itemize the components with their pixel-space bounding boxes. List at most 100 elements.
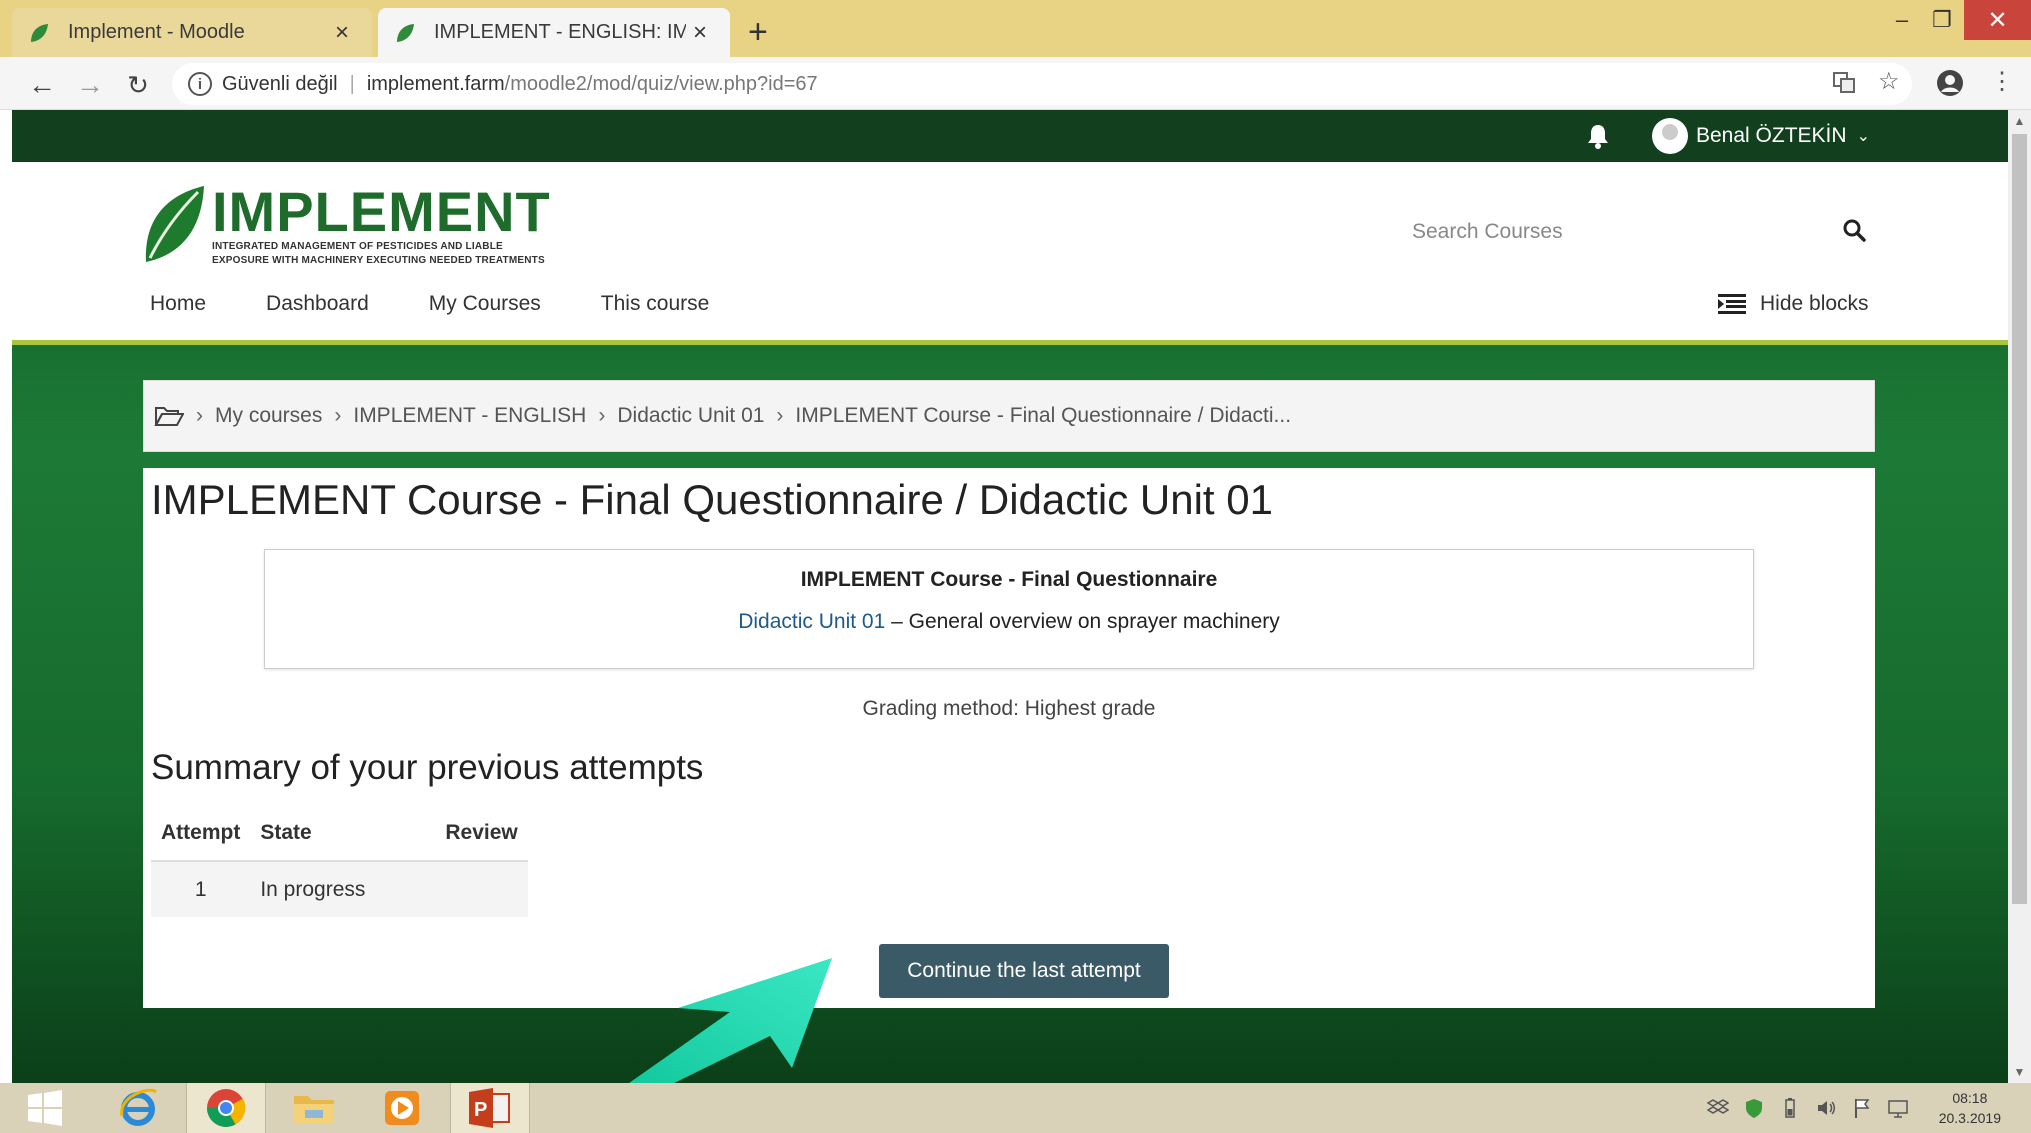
nav-dashboard[interactable]: Dashboard xyxy=(266,292,369,316)
attempt-review xyxy=(375,861,528,917)
site-header: IMPLEMENT INTEGRATED MANAGEMENT OF PESTI… xyxy=(12,162,2008,345)
reload-icon[interactable]: ↻ xyxy=(118,65,158,105)
clock-time: 08:18 xyxy=(1952,1090,1988,1106)
hide-blocks-icon xyxy=(1718,294,1746,314)
translate-icon[interactable] xyxy=(1832,70,1856,94)
close-icon[interactable]: × xyxy=(686,19,714,47)
breadcrumb-separator: › xyxy=(334,404,342,427)
folder-icon xyxy=(294,1096,334,1124)
breadcrumb-course[interactable]: IMPLEMENT - ENGLISH xyxy=(353,404,586,428)
avatar xyxy=(1652,118,1688,154)
powerpoint-icon: P xyxy=(469,1088,510,1128)
taskbar-powerpoint[interactable]: P xyxy=(450,1083,530,1133)
breadcrumb-my-courses[interactable]: My courses xyxy=(215,404,322,428)
breadcrumb-separator: › xyxy=(196,404,203,427)
windows-taskbar: P 08:18 20.3.2019 xyxy=(0,1083,2031,1133)
logo-tagline-1: INTEGRATED MANAGEMENT OF PESTICIDES AND … xyxy=(212,241,503,252)
moodle-top-bar: Benal ÖZTEKİN ⌄ xyxy=(12,110,2008,162)
taskbar-media-player[interactable] xyxy=(362,1083,442,1133)
breadcrumb: › My courses › IMPLEMENT - ENGLISH › Did… xyxy=(143,380,1875,452)
start-button[interactable] xyxy=(0,1083,90,1133)
system-tray: 08:18 20.3.2019 xyxy=(1706,1083,2001,1133)
notification-bell-icon[interactable] xyxy=(1584,122,1612,150)
breadcrumb-separator: › xyxy=(776,404,784,427)
chevron-down-icon: ⌄ xyxy=(1856,128,1870,145)
summary-heading: Summary of your previous attempts xyxy=(151,748,704,787)
grading-method: Grading method: Highest grade xyxy=(862,697,1156,720)
breadcrumb-separator: › xyxy=(598,404,606,427)
unit-description: – General overview on sprayer machinery xyxy=(885,610,1280,633)
column-header-state: State xyxy=(250,805,376,862)
main-navigation: Home Dashboard My Courses This course xyxy=(150,292,709,316)
hide-blocks-button[interactable]: Hide blocks xyxy=(1718,292,1869,316)
attempt-state: In progress xyxy=(250,861,376,917)
svg-text:P: P xyxy=(474,1099,487,1121)
logo-tagline-2: EXPOSURE WITH MACHINERY EXECUTING NEEDED… xyxy=(212,255,545,266)
taskbar-internet-explorer[interactable] xyxy=(98,1083,178,1133)
restore-icon[interactable]: ❐ xyxy=(1920,0,1964,40)
security-shield-icon[interactable] xyxy=(1743,1097,1765,1119)
browser-tab-bar: Implement - Moodle × IMPLEMENT - ENGLISH… xyxy=(0,0,2031,57)
breadcrumb-current: IMPLEMENT Course - Final Questionnaire /… xyxy=(795,404,1292,427)
back-icon[interactable]: ← xyxy=(22,65,62,105)
hide-blocks-label: Hide blocks xyxy=(1760,292,1869,315)
search-input[interactable] xyxy=(1412,212,1812,252)
info-icon[interactable]: i xyxy=(188,72,212,96)
unit-link[interactable]: Didactic Unit 01 xyxy=(738,610,885,633)
volume-icon[interactable] xyxy=(1815,1097,1837,1119)
breadcrumb-unit[interactable]: Didactic Unit 01 xyxy=(617,404,764,428)
new-tab-button[interactable]: + xyxy=(748,12,768,52)
web-page: Benal ÖZTEKİN ⌄ IMPLEMENT INTEGRATED MAN… xyxy=(12,110,2008,1083)
user-menu[interactable]: Benal ÖZTEKİN ⌄ xyxy=(1652,118,1870,154)
quiz-name: IMPLEMENT Course - Final Questionnaire xyxy=(800,568,1218,591)
menu-kebab-icon[interactable]: ⋮ xyxy=(1990,67,2014,96)
address-separator: | xyxy=(349,72,355,95)
tab-title: Implement - Moodle xyxy=(68,21,245,43)
pointer-arrow-icon xyxy=(622,958,832,1090)
close-icon[interactable]: × xyxy=(328,19,356,47)
scroll-thumb[interactable] xyxy=(2012,134,2027,904)
flag-icon[interactable] xyxy=(1851,1097,1873,1119)
leaf-logo-icon xyxy=(145,186,204,262)
attempt-number: 1 xyxy=(151,861,251,917)
security-label: Güvenli değil xyxy=(222,72,338,95)
scroll-down-icon[interactable]: ▼ xyxy=(2008,1065,2031,1079)
address-bar[interactable]: i Güvenli değil | implement.farm/moodle2… xyxy=(172,63,1912,105)
tab-title: IMPLEMENT - ENGLISH: IMPLEM xyxy=(434,21,686,43)
folder-open-icon[interactable] xyxy=(154,404,184,428)
main-content: IMPLEMENT Course - Final Questionnaire /… xyxy=(143,468,1875,1008)
browser-tab-quiz[interactable]: IMPLEMENT - ENGLISH: IMPLEM × xyxy=(378,8,730,57)
site-logo[interactable]: IMPLEMENT INTEGRATED MANAGEMENT OF PESTI… xyxy=(142,184,551,268)
profile-icon[interactable] xyxy=(1936,69,1964,97)
nav-this-course[interactable]: This course xyxy=(601,292,710,316)
url-domain: implement.farm xyxy=(366,72,505,95)
nav-home[interactable]: Home xyxy=(150,292,206,316)
minimize-icon[interactable]: – xyxy=(1880,0,1924,40)
column-header-review: Review xyxy=(375,805,528,862)
unit-line: Didactic Unit 01 – General overview on s… xyxy=(265,610,1753,634)
user-name: Benal ÖZTEKİN xyxy=(1696,124,1847,147)
forward-icon[interactable]: → xyxy=(70,65,110,105)
quiz-info-box: IMPLEMENT Course - Final Questionnaire D… xyxy=(264,549,1754,669)
leaf-favicon-icon xyxy=(31,23,48,42)
bookmark-star-icon[interactable]: ☆ xyxy=(1878,67,1900,96)
browser-toolbar: ← → ↻ i Güvenli değil | implement.farm/m… xyxy=(0,57,2031,110)
url-path: /moodle2/mod/quiz/view.php?id=67 xyxy=(504,72,818,95)
chrome-icon xyxy=(207,1089,246,1127)
continue-attempt-button[interactable]: Continue the last attempt xyxy=(879,944,1169,998)
internet-explorer-icon xyxy=(120,1088,158,1126)
search-icon[interactable] xyxy=(1842,218,1868,244)
column-header-attempt: Attempt xyxy=(151,805,251,862)
scroll-up-icon[interactable]: ▲ xyxy=(2008,114,2031,128)
network-icon[interactable] xyxy=(1887,1097,1909,1119)
window-close-icon[interactable]: ✕ xyxy=(1964,0,2031,40)
page-scrollbar[interactable]: ▲ ▼ xyxy=(2008,110,2031,1083)
browser-tab-moodle[interactable]: Implement - Moodle × xyxy=(12,8,372,57)
dropbox-icon[interactable] xyxy=(1706,1097,1729,1119)
taskbar-chrome[interactable] xyxy=(186,1083,266,1133)
battery-icon[interactable] xyxy=(1779,1097,1801,1119)
taskbar-clock[interactable]: 08:18 20.3.2019 xyxy=(1939,1088,2001,1128)
nav-my-courses[interactable]: My Courses xyxy=(429,292,541,316)
taskbar-file-explorer[interactable] xyxy=(274,1083,354,1133)
logo-wordmark: IMPLEMENT xyxy=(212,180,551,243)
